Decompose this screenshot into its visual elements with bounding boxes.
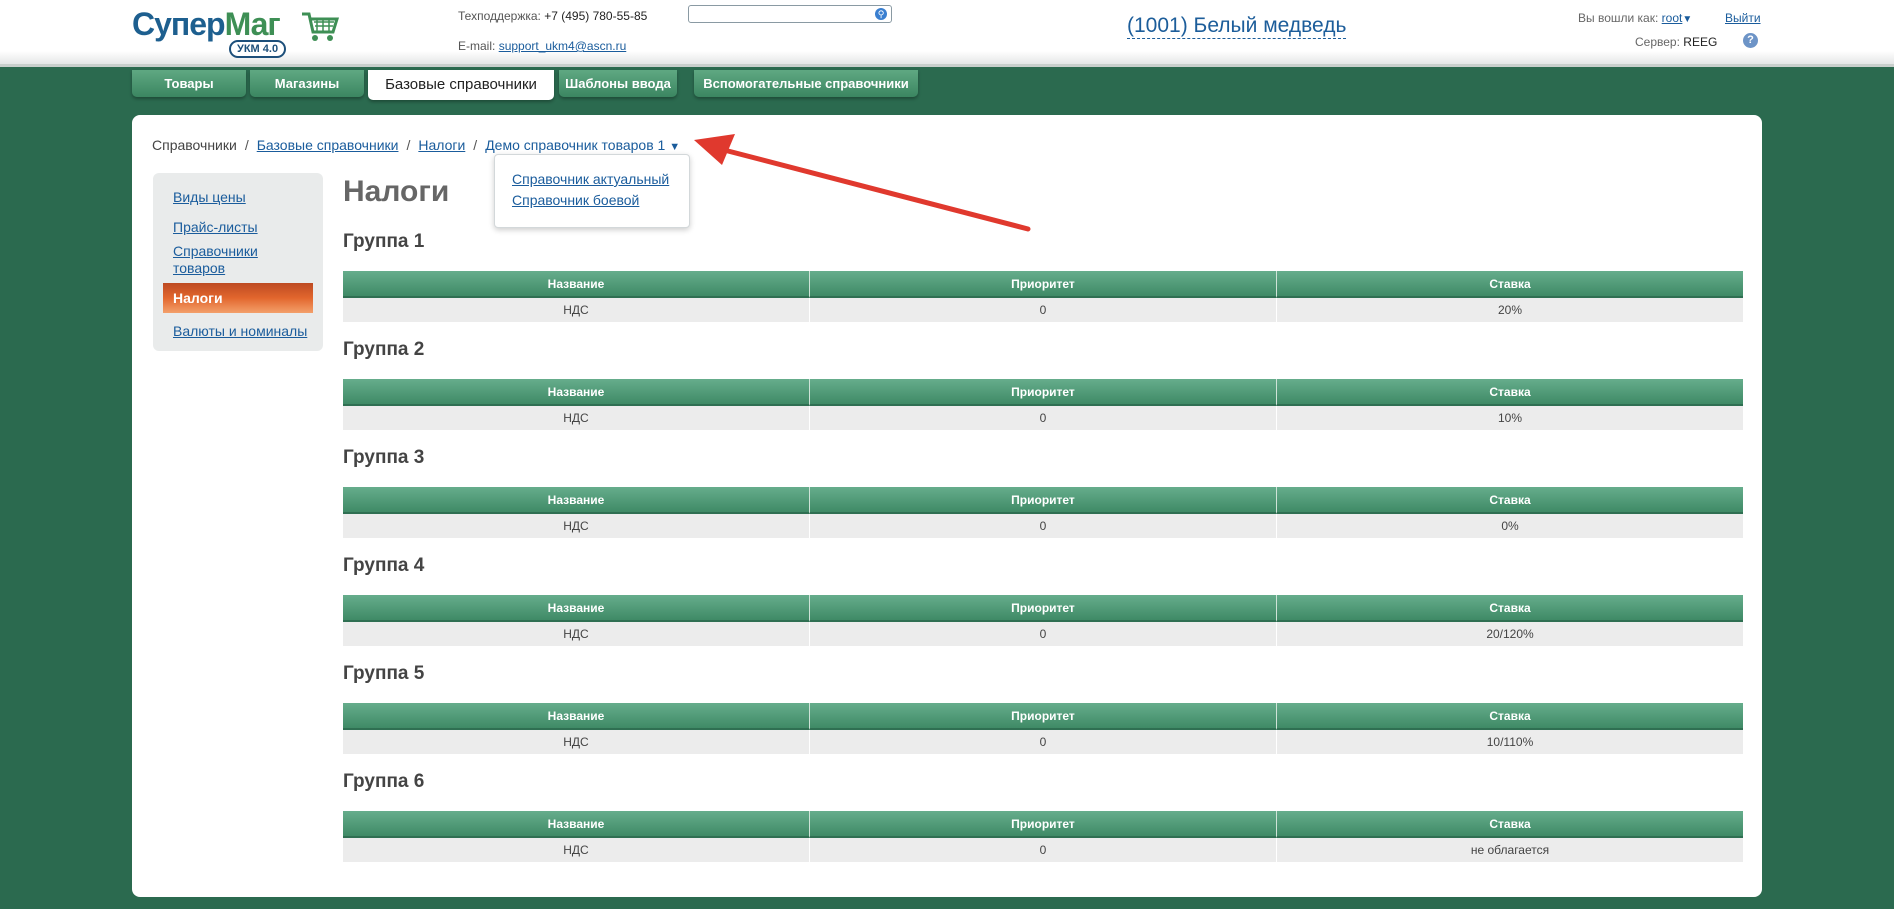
column-rate[interactable]: Ставка <box>1277 811 1743 838</box>
group-title: Группа 4 <box>343 555 425 576</box>
column-rate[interactable]: Ставка <box>1277 703 1743 730</box>
cell-rate: 20/120% <box>1277 622 1743 646</box>
cell-rate: 20% <box>1277 298 1743 322</box>
cell-rate: 10/110% <box>1277 730 1743 754</box>
sidebar-item-currencies[interactable]: Валюты и номиналы <box>173 323 307 339</box>
sidebar: Виды цены Прайс-листы Справочники товаро… <box>153 173 323 351</box>
breadcrumb-base-directories[interactable]: Базовые справочники <box>257 137 399 153</box>
table-row[interactable]: НДС 0 0% <box>343 514 1743 538</box>
table-row[interactable]: НДС 0 20% <box>343 298 1743 322</box>
tax-table: Название Приоритет Ставка НДС 0 не облаг… <box>343 811 1743 862</box>
column-rate[interactable]: Ставка <box>1277 271 1743 298</box>
support-phone: Техподдержка: +7 (495) 780-55-85 <box>458 9 648 23</box>
tax-table: Название Приоритет Ставка НДС 0 10% <box>343 379 1743 430</box>
cell-name: НДС <box>343 406 810 430</box>
page-title: Налоги <box>343 175 450 208</box>
help-icon[interactable]: ? <box>1743 33 1758 48</box>
tax-table: Название Приоритет Ставка НДС 0 10/110% <box>343 703 1743 754</box>
tax-table: Название Приоритет Ставка НДС 0 20/120% <box>343 595 1743 646</box>
table-header: Название Приоритет Ставка <box>343 595 1743 622</box>
table-header: Название Приоритет Ставка <box>343 379 1743 406</box>
table-header: Название Приоритет Ставка <box>343 271 1743 298</box>
breadcrumb-root: Справочники <box>152 137 237 153</box>
logout-link[interactable]: Выйти <box>1725 11 1761 25</box>
dropdown-item-production[interactable]: Справочник боевой <box>512 192 639 208</box>
tab-input-templates[interactable]: Шаблоны ввода <box>559 70 677 97</box>
sidebar-item-price-lists[interactable]: Прайс-листы <box>173 219 258 235</box>
server-info: Сервер: REEG <box>1635 35 1718 49</box>
table-header: Название Приоритет Ставка <box>343 811 1743 838</box>
column-name[interactable]: Название <box>343 271 810 298</box>
column-name[interactable]: Название <box>343 379 810 406</box>
table-row[interactable]: НДС 0 не облагается <box>343 838 1743 862</box>
breadcrumb: Справочники / Базовые справочники / Налоги / Д… <box>152 137 681 153</box>
tab-stores[interactable]: Магазины <box>250 70 364 97</box>
directory-selector[interactable]: Демо справочник товаров 1 <box>485 137 665 153</box>
cell-priority: 0 <box>810 622 1277 646</box>
sidebar-item-goods-directories[interactable]: Справочники товаров <box>173 243 283 277</box>
tab-goods[interactable]: Товары <box>132 70 246 97</box>
shopping-cart-icon <box>302 12 340 41</box>
column-name[interactable]: Название <box>343 595 810 622</box>
cell-priority: 0 <box>810 838 1277 862</box>
column-rate[interactable]: Ставка <box>1277 487 1743 514</box>
cell-name: НДС <box>343 298 810 322</box>
cell-name: НДС <box>343 514 810 538</box>
cell-priority: 0 <box>810 298 1277 322</box>
tax-table: Название Приоритет Ставка НДС 0 20% <box>343 271 1743 322</box>
cell-name: НДС <box>343 622 810 646</box>
column-name[interactable]: Название <box>343 703 810 730</box>
support-email-link[interactable]: support_ukm4@ascn.ru <box>499 39 627 53</box>
logged-in-as: Вы вошли как: root▼ <box>1578 11 1693 25</box>
column-priority[interactable]: Приоритет <box>810 379 1277 406</box>
cell-priority: 0 <box>810 730 1277 754</box>
top-header: СуперМаг УКМ 4.0 Техподдержка: +7 (495) … <box>0 0 1894 67</box>
version-badge: УКМ 4.0 <box>229 40 287 58</box>
column-rate[interactable]: Ставка <box>1277 595 1743 622</box>
chevron-down-icon[interactable]: ▼ <box>669 141 680 153</box>
dropdown-item-actual[interactable]: Справочник актуальный <box>512 171 669 187</box>
support-email: E-mail: support_ukm4@ascn.ru <box>458 39 627 53</box>
column-name[interactable]: Название <box>343 487 810 514</box>
user-menu[interactable]: root <box>1662 11 1683 25</box>
content-panel: Справочники / Базовые справочники / Налоги / Д… <box>132 115 1762 897</box>
cell-rate: 10% <box>1277 406 1743 430</box>
cell-rate: 0% <box>1277 514 1743 538</box>
table-header: Название Приоритет Ставка <box>343 487 1743 514</box>
sidebar-item-taxes[interactable]: Налоги <box>163 283 313 313</box>
cell-rate: не облагается <box>1277 838 1743 862</box>
column-priority[interactable]: Приоритет <box>810 271 1277 298</box>
cell-priority: 0 <box>810 406 1277 430</box>
column-priority[interactable]: Приоритет <box>810 811 1277 838</box>
column-priority[interactable]: Приоритет <box>810 595 1277 622</box>
cell-name: НДС <box>343 730 810 754</box>
supermag-logo[interactable]: СуперМаг УКМ 4.0 <box>132 4 342 58</box>
table-row[interactable]: НДС 0 10% <box>343 406 1743 430</box>
cell-name: НДС <box>343 838 810 862</box>
directory-dropdown: Справочник актуальный Справочник боевой <box>494 154 690 228</box>
group-title: Группа 1 <box>343 231 425 252</box>
group-title: Группа 2 <box>343 339 425 360</box>
tab-base-directories[interactable]: Базовые справочники <box>368 70 554 100</box>
column-rate[interactable]: Ставка <box>1277 379 1743 406</box>
search-input[interactable]: ⚲ <box>688 5 892 23</box>
column-name[interactable]: Название <box>343 811 810 838</box>
table-row[interactable]: НДС 0 10/110% <box>343 730 1743 754</box>
breadcrumb-taxes[interactable]: Налоги <box>418 137 465 153</box>
group-title: Группа 3 <box>343 447 425 468</box>
tax-table: Название Приоритет Ставка НДС 0 0% <box>343 487 1743 538</box>
store-selector[interactable]: (1001) Белый медведь <box>1127 14 1347 39</box>
column-priority[interactable]: Приоритет <box>810 703 1277 730</box>
column-priority[interactable]: Приоритет <box>810 487 1277 514</box>
search-icon[interactable]: ⚲ <box>875 8 887 20</box>
group-title: Группа 6 <box>343 771 425 792</box>
table-row[interactable]: НДС 0 20/120% <box>343 622 1743 646</box>
sidebar-item-price-types[interactable]: Виды цены <box>173 189 246 205</box>
cell-priority: 0 <box>810 514 1277 538</box>
tab-auxiliary-directories[interactable]: Вспомогательные справочники <box>694 70 918 97</box>
chevron-down-icon[interactable]: ▼ <box>1682 14 1692 25</box>
table-header: Название Приоритет Ставка <box>343 703 1743 730</box>
group-title: Группа 5 <box>343 663 425 684</box>
